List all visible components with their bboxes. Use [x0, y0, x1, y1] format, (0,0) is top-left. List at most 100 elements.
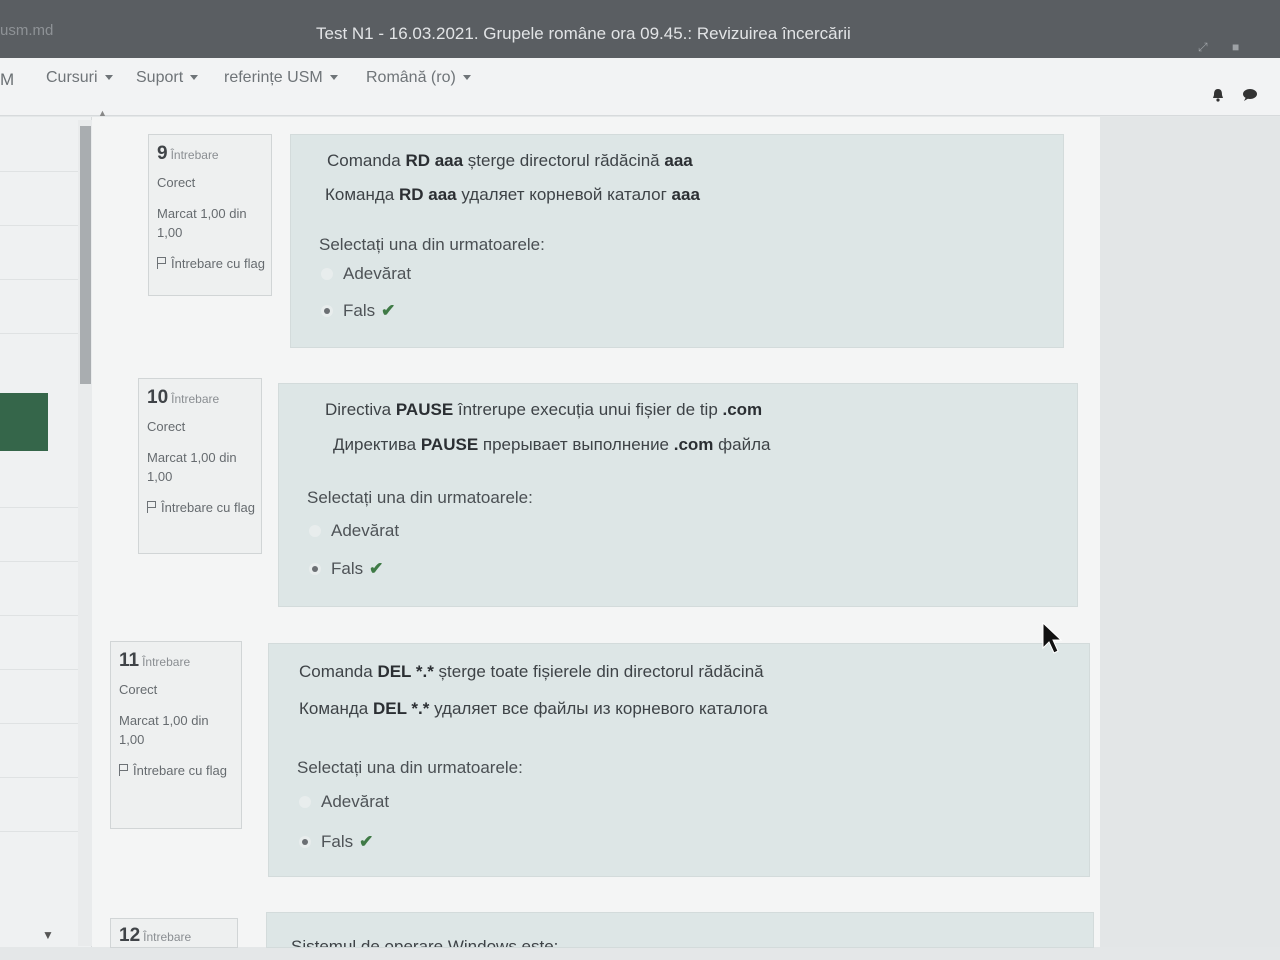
bell-icon[interactable] — [1210, 88, 1226, 102]
bold-text: aaa — [671, 185, 700, 204]
drawer-item-active[interactable] — [0, 393, 48, 451]
question-word: Întrebare — [143, 930, 192, 944]
window-title: Test N1 - 16.03.2021. Grupele române ora… — [316, 24, 851, 43]
drawer-divider — [0, 669, 88, 670]
question-info-12: 12 Întrebare — [110, 918, 238, 948]
option-label: Adevărat — [321, 792, 390, 811]
flag-icon — [119, 764, 128, 776]
site-tab-label[interactable]: usm.md — [0, 22, 53, 39]
flag-question-link[interactable]: Întrebare cu flag — [147, 498, 255, 517]
option-label: Fals — [343, 301, 376, 320]
text: șterge toate fișierele din directorul ră… — [433, 662, 764, 681]
drawer-divider — [0, 831, 88, 832]
text: șterge directorul rădăcină — [463, 151, 665, 170]
flag-question-link[interactable]: Întrebare cu flag — [157, 254, 265, 273]
window-resize-icon[interactable]: ⤢ — [1198, 40, 1208, 55]
nav-suport-label: Suport — [136, 69, 184, 86]
chevron-down-icon — [190, 75, 199, 81]
nav-cursuri[interactable]: Cursuri — [46, 69, 113, 87]
site-brand[interactable]: M — [0, 70, 14, 90]
drawer-scrollbar-thumb[interactable] — [80, 126, 91, 384]
window-title-bar: usm.md Test N1 - 16.03.2021. Grupele rom… — [0, 0, 1280, 58]
question-number: 11 — [119, 650, 140, 671]
radio-button[interactable] — [321, 268, 333, 280]
bold-text: RD aaa — [399, 185, 457, 204]
radio-button[interactable] — [299, 796, 311, 808]
question-number: 9 — [157, 143, 168, 164]
right-margin — [1100, 117, 1280, 947]
statement-ru: Команда RD aaa удаляет корневой каталог … — [325, 185, 700, 205]
text: Команда — [299, 699, 373, 718]
mouse-cursor-icon — [1042, 622, 1063, 654]
question-content-11: Comanda DEL *.* șterge toate fișierele d… — [268, 643, 1090, 877]
bold-text: PAUSE — [420, 435, 479, 454]
drawer-divider — [0, 225, 88, 226]
bold-text: PAUSE — [395, 400, 454, 419]
chevron-down-icon — [104, 75, 113, 81]
bold-text: aaa — [664, 151, 693, 170]
check-icon: ✔ — [381, 301, 396, 320]
drawer-divider — [0, 723, 88, 724]
nav-language[interactable]: Română (ro) — [366, 69, 471, 87]
question-info-10: 10 Întrebare Corect Marcat 1,00 din 1,00 … — [138, 378, 262, 554]
question-content-12: Sistemul de operare Windows este: — [266, 912, 1094, 948]
option-fals[interactable]: Fals ✔ — [309, 559, 383, 579]
chevron-down-icon — [462, 75, 471, 81]
chat-icon[interactable] — [1242, 88, 1258, 102]
drawer-divider — [0, 615, 88, 616]
drawer-divider — [0, 333, 88, 334]
drawer-divider — [0, 171, 88, 172]
nav-language-label: Română (ro) — [366, 69, 456, 86]
answer-prompt: Selectați una din urmatoarele: — [297, 758, 523, 777]
text: файла — [713, 435, 771, 454]
statement-ro: Comanda RD aaa șterge directorul rădăcin… — [327, 151, 693, 171]
drawer-divider — [0, 507, 88, 508]
nav-referinte[interactable]: referințe USM — [224, 69, 338, 87]
window-pin-icon[interactable]: ■ — [1232, 40, 1239, 54]
question-status: Corect — [119, 682, 158, 697]
flag-question-link[interactable]: Întrebare cu flag — [119, 761, 235, 780]
drawer-divider — [0, 279, 88, 280]
flag-icon — [147, 501, 156, 513]
radio-button-selected[interactable] — [321, 305, 333, 317]
text: întrerupe execuția unui fișier de tip — [453, 400, 723, 419]
text: Директива — [333, 435, 421, 454]
flag-label: Întrebare cu flag — [161, 500, 255, 515]
option-fals[interactable]: Fals ✔ — [321, 301, 395, 321]
drawer-divider — [0, 777, 88, 778]
nav-cursuri-label: Cursuri — [46, 69, 98, 86]
option-label: Adevărat — [331, 521, 400, 540]
option-fals[interactable]: Fals ✔ — [299, 832, 373, 852]
question-status: Corect — [147, 419, 186, 434]
question-number: 10 — [147, 387, 169, 408]
check-icon: ✔ — [359, 832, 374, 851]
text: прерывает выполнение — [478, 435, 674, 454]
question-content-9: Comanda RD aaa șterge directorul rădăcin… — [290, 134, 1064, 348]
radio-button-selected[interactable] — [299, 836, 311, 848]
radio-button-selected[interactable] — [309, 563, 321, 575]
answer-prompt: Selectați una din urmatoarele: — [319, 235, 545, 254]
flag-label: Întrebare cu flag — [171, 256, 265, 271]
question-word: Întrebare — [171, 392, 220, 406]
text: Comanda — [327, 151, 406, 170]
option-label: Adevărat — [343, 264, 412, 283]
question-number: 12 — [119, 925, 141, 946]
option-adevarat[interactable]: Adevărat — [321, 264, 411, 284]
text: Comanda — [299, 662, 378, 681]
scroll-down-icon[interactable]: ▼ — [42, 928, 54, 942]
statement-ru: Директива PAUSE прерывает выполнение .co… — [333, 435, 770, 455]
top-navbar: M Cursuri Suport referințe USM Română (r… — [0, 58, 1280, 116]
answer-prompt: Selectați una din urmatoarele: — [307, 488, 533, 507]
nav-suport[interactable]: Suport — [136, 69, 199, 87]
statement-ru: Команда DEL *.* удаляет все файлы из кор… — [299, 699, 768, 719]
question-grade: Marcat 1,00 din 1,00 — [147, 450, 237, 484]
radio-button[interactable] — [309, 525, 321, 537]
question-word: Întrebare — [142, 655, 191, 669]
option-adevarat[interactable]: Adevărat — [299, 792, 389, 812]
bold-text: .com — [673, 435, 714, 454]
bold-text: DEL *.* — [373, 699, 430, 718]
bold-text: .com — [722, 400, 763, 419]
question-info-9: 9 Întrebare Corect Marcat 1,00 din 1,00 Î… — [148, 134, 272, 296]
statement-ro: Comanda DEL *.* șterge toate fișierele d… — [299, 662, 764, 682]
option-adevarat[interactable]: Adevărat — [309, 521, 399, 541]
